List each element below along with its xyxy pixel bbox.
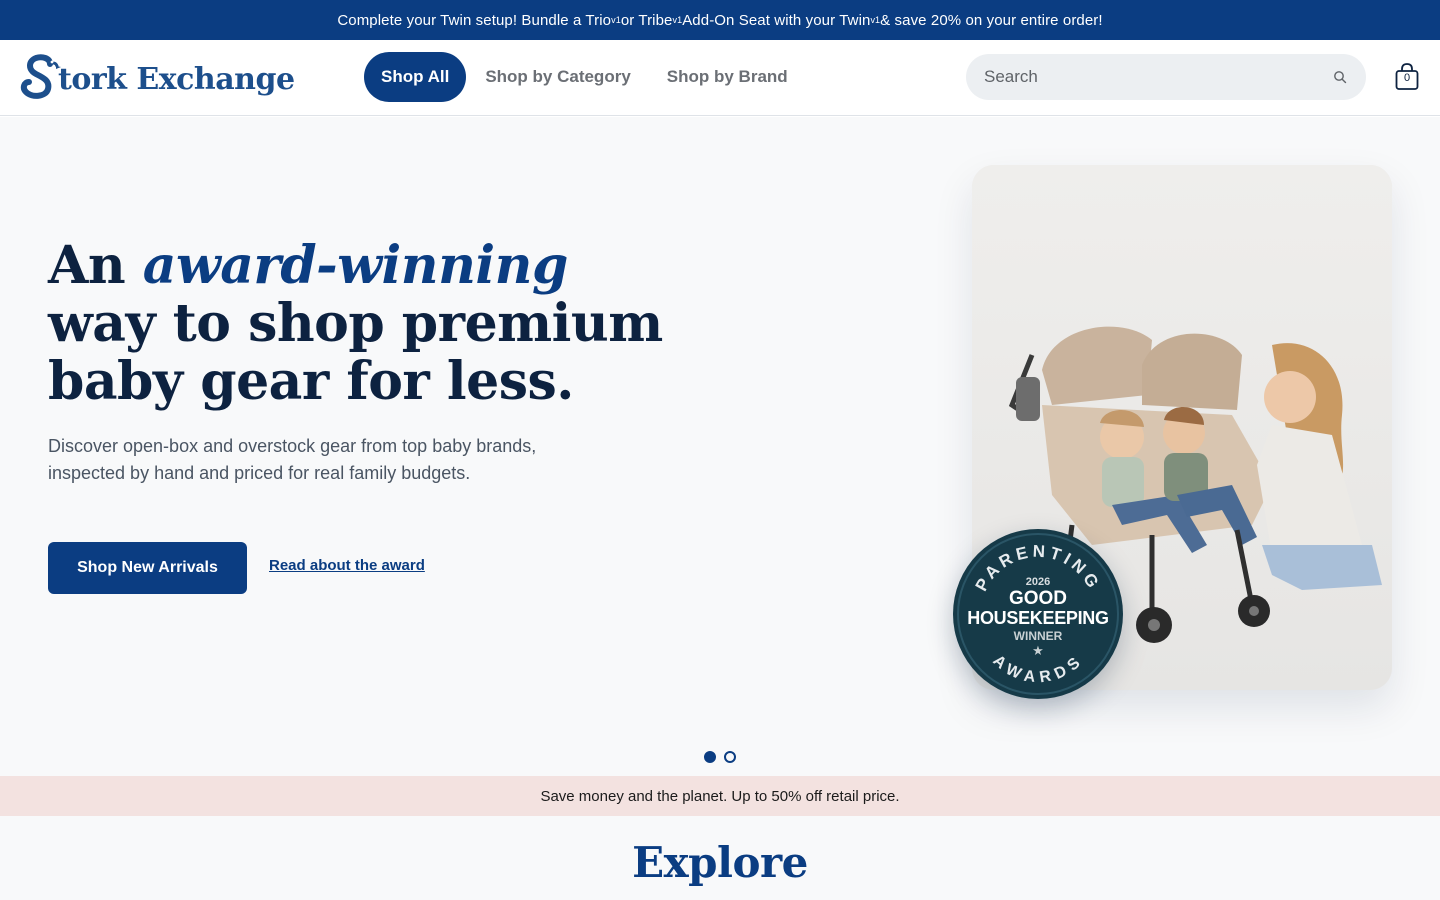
- announcement-text-2: or Tribe: [620, 11, 673, 29]
- carousel-dots: [704, 751, 736, 763]
- shop-new-arrivals-button[interactable]: Shop New Arrivals: [48, 542, 247, 594]
- explore-title: Explore: [632, 838, 808, 887]
- badge-content: 2026 GOOD HOUSEKEEPING WINNER ★: [953, 529, 1123, 699]
- badge-line-housekeeping: HOUSEKEEPING: [967, 608, 1109, 628]
- stork-s-logo-icon: [20, 54, 61, 99]
- announcement-text-4: & save 20% on your entire order!: [880, 11, 1103, 29]
- promo-bar: Save money and the planet. Up to 50% off…: [0, 776, 1440, 816]
- main-nav: Shop All Shop by Category Shop by Brand: [364, 52, 805, 102]
- badge-line-winner: WINNER: [1013, 629, 1063, 643]
- good-housekeeping-award-badge: PARENTING AWARDS 2026 GOOD HOUSEKEEPING …: [953, 529, 1123, 699]
- cart-button[interactable]: 0: [1394, 62, 1420, 92]
- hero-section: An award-winning way to shop premium bab…: [0, 117, 1440, 776]
- search-input[interactable]: [984, 67, 1332, 87]
- site-logo[interactable]: tork Exchange: [20, 54, 295, 100]
- explore-section: Explore: [0, 816, 1440, 900]
- site-header: tork Exchange Shop All Shop by Category …: [0, 40, 1440, 116]
- read-about-award-link[interactable]: Read about the award: [269, 557, 425, 574]
- carousel-dot-2[interactable]: [724, 751, 736, 763]
- badge-year: 2026: [1025, 576, 1051, 588]
- hero-title-start: An: [48, 235, 143, 296]
- search-icon[interactable]: [1332, 69, 1348, 85]
- announcement-text-1: Complete your Twin setup! Bundle a Trio: [337, 11, 612, 29]
- nav-shop-by-category[interactable]: Shop by Category: [468, 52, 647, 102]
- hero-title-end: way to shop premium baby gear for less.: [48, 293, 663, 412]
- carousel-dot-1[interactable]: [704, 751, 716, 763]
- hero-title: An award-winning way to shop premium bab…: [48, 237, 688, 411]
- nav-shop-all[interactable]: Shop All: [364, 52, 467, 102]
- nav-shop-by-brand[interactable]: Shop by Brand: [650, 52, 805, 102]
- logo-text: tork Exchange: [58, 61, 295, 97]
- cart-count: 0: [1403, 72, 1411, 84]
- hero-title-emphasis: award-winning: [142, 235, 569, 296]
- badge-line-good: GOOD: [1008, 588, 1068, 609]
- search-bar: [966, 54, 1366, 100]
- announcement-text-3: Add-On Seat with your Twin: [682, 11, 871, 29]
- star-icon: ★: [1032, 643, 1044, 658]
- announcement-bar[interactable]: Complete your Twin setup! Bundle a Trio v…: [0, 0, 1440, 40]
- hero-subtitle: Discover open-box and overstock gear fro…: [48, 436, 537, 483]
